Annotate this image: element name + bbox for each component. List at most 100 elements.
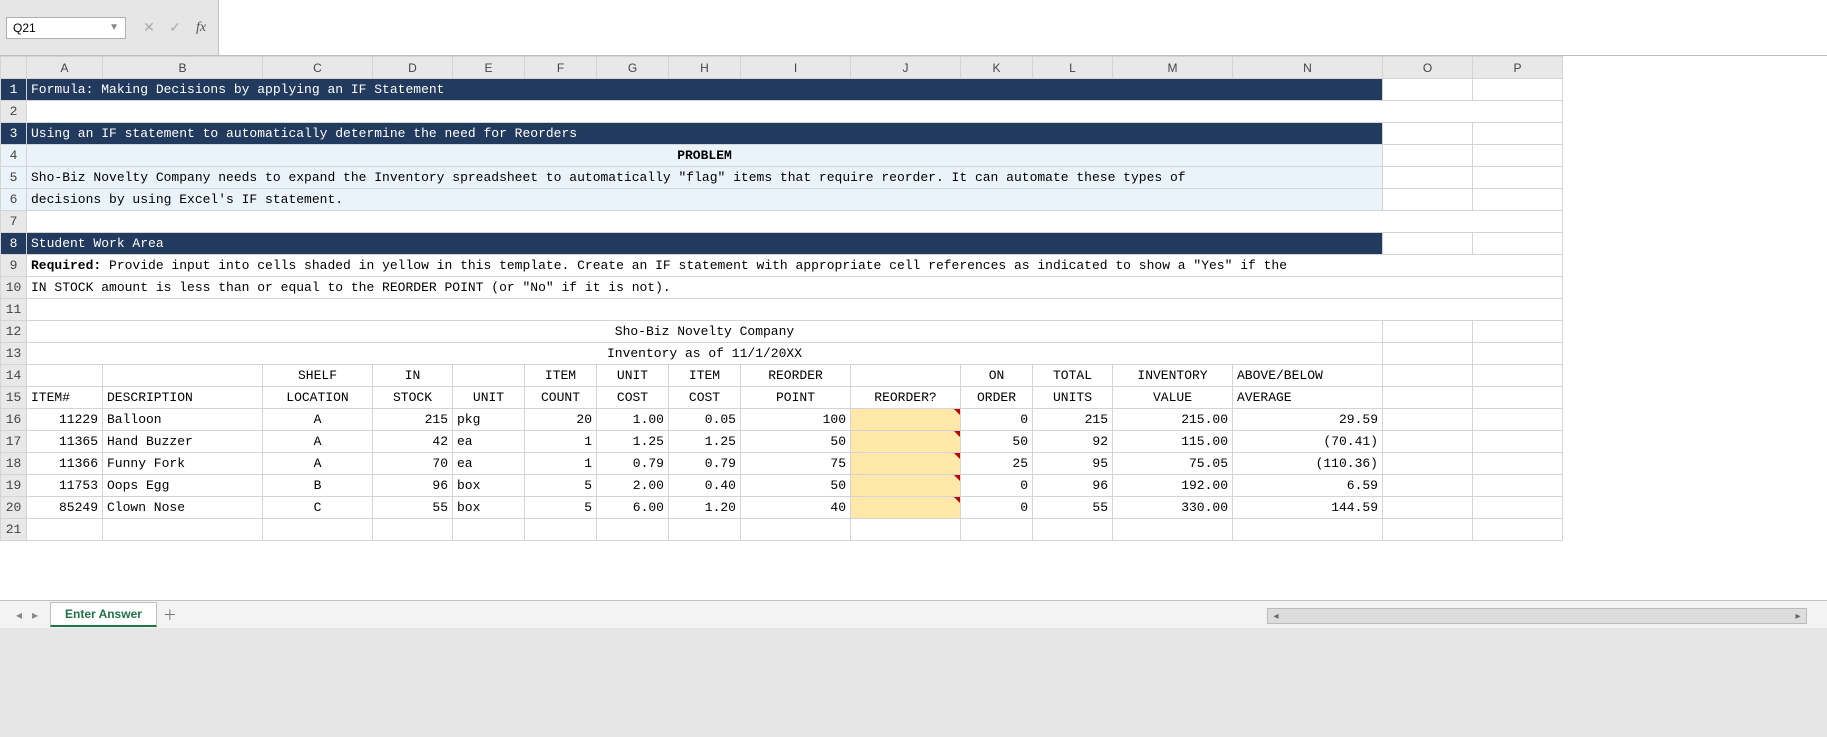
row-header[interactable]: 4 <box>1 145 27 167</box>
cell-reorder-input[interactable] <box>851 409 961 431</box>
cell-value[interactable]: 115.00 <box>1113 431 1233 453</box>
cell-icost[interactable]: 0.05 <box>669 409 741 431</box>
col-label[interactable]: ON <box>961 365 1033 387</box>
cell[interactable] <box>103 365 263 387</box>
cell-rpoint[interactable]: 50 <box>741 431 851 453</box>
cell[interactable] <box>453 365 525 387</box>
col-label[interactable]: IN <box>373 365 453 387</box>
row-header[interactable]: 8 <box>1 233 27 255</box>
cell-reorder-input[interactable] <box>851 453 961 475</box>
cell-icost[interactable]: 1.20 <box>669 497 741 519</box>
cell[interactable] <box>1383 167 1473 189</box>
cell-icost[interactable]: 1.25 <box>669 431 741 453</box>
cell[interactable] <box>961 519 1033 541</box>
cell[interactable] <box>1383 497 1473 519</box>
row-header[interactable]: 13 <box>1 343 27 365</box>
cell-desc[interactable]: Balloon <box>103 409 263 431</box>
cell-loc[interactable]: A <box>263 431 373 453</box>
cell-reorder-input[interactable] <box>851 431 961 453</box>
cell-value[interactable]: 75.05 <box>1113 453 1233 475</box>
cell-onorder[interactable]: 50 <box>961 431 1033 453</box>
cell[interactable] <box>1383 189 1473 211</box>
cell-stock[interactable]: 55 <box>373 497 453 519</box>
cell-avg[interactable]: 144.59 <box>1233 497 1383 519</box>
col-label[interactable]: ITEM <box>669 365 741 387</box>
cell-unit[interactable]: ea <box>453 431 525 453</box>
cell[interactable] <box>1383 79 1473 101</box>
col-header[interactable]: D <box>373 57 453 79</box>
work-area-banner[interactable]: Student Work Area <box>27 233 1383 255</box>
problem-text-line[interactable]: decisions by using Excel's IF statement. <box>27 189 1383 211</box>
cell-reorder-input[interactable] <box>851 475 961 497</box>
cell-rpoint[interactable]: 50 <box>741 475 851 497</box>
cell-icost[interactable]: 0.79 <box>669 453 741 475</box>
col-label[interactable]: AVERAGE <box>1233 387 1383 409</box>
col-label[interactable]: TOTAL <box>1033 365 1113 387</box>
cell-reorder-input[interactable] <box>851 497 961 519</box>
row-header[interactable]: 7 <box>1 211 27 233</box>
col-label[interactable]: LOCATION <box>263 387 373 409</box>
cell[interactable] <box>1383 145 1473 167</box>
col-label[interactable]: ORDER <box>961 387 1033 409</box>
row-header[interactable]: 16 <box>1 409 27 431</box>
cell-count[interactable]: 1 <box>525 431 597 453</box>
cell-desc[interactable]: Funny Fork <box>103 453 263 475</box>
row-header[interactable]: 2 <box>1 101 27 123</box>
cell-stock[interactable]: 42 <box>373 431 453 453</box>
col-label[interactable]: REORDER <box>741 365 851 387</box>
formula-input[interactable] <box>225 4 1821 24</box>
cell[interactable] <box>27 101 1563 123</box>
cell[interactable] <box>741 519 851 541</box>
cell[interactable] <box>1473 233 1563 255</box>
col-header[interactable]: F <box>525 57 597 79</box>
select-all-corner[interactable] <box>1 57 27 79</box>
cell-desc[interactable]: Hand Buzzer <box>103 431 263 453</box>
cell-onorder[interactable]: 0 <box>961 475 1033 497</box>
row-header[interactable]: 1 <box>1 79 27 101</box>
title-banner[interactable]: Formula: Making Decisions by applying an… <box>27 79 1383 101</box>
add-sheet-button[interactable]: ＋ <box>159 604 181 626</box>
cell[interactable] <box>1233 519 1383 541</box>
cell[interactable] <box>1473 409 1563 431</box>
col-header[interactable]: H <box>669 57 741 79</box>
enter-icon[interactable]: ✓ <box>164 17 186 39</box>
row-header[interactable]: 12 <box>1 321 27 343</box>
cell-item[interactable]: 11753 <box>27 475 103 497</box>
cell[interactable] <box>1473 387 1563 409</box>
cell-tunits[interactable]: 96 <box>1033 475 1113 497</box>
cell-rpoint[interactable]: 100 <box>741 409 851 431</box>
col-label[interactable]: DESCRIPTION <box>103 387 263 409</box>
cell[interactable] <box>597 519 669 541</box>
cell[interactable] <box>103 519 263 541</box>
col-header[interactable]: O <box>1383 57 1473 79</box>
scroll-right-icon[interactable]: ▸ <box>1790 611 1806 622</box>
horizontal-scrollbar[interactable]: ◂ ▸ <box>1267 608 1807 624</box>
cell-item[interactable]: 11229 <box>27 409 103 431</box>
col-label[interactable]: ITEM# <box>27 387 103 409</box>
col-header[interactable]: J <box>851 57 961 79</box>
cell-value[interactable]: 215.00 <box>1113 409 1233 431</box>
col-label[interactable]: SHELF <box>263 365 373 387</box>
cell[interactable] <box>263 519 373 541</box>
cell-unit[interactable]: pkg <box>453 409 525 431</box>
required-line[interactable]: IN STOCK amount is less than or equal to… <box>27 277 1563 299</box>
cell-onorder[interactable]: 25 <box>961 453 1033 475</box>
col-label[interactable]: POINT <box>741 387 851 409</box>
cell[interactable] <box>27 299 1563 321</box>
cell[interactable] <box>1473 475 1563 497</box>
cell[interactable] <box>1473 453 1563 475</box>
cell-avg[interactable]: 6.59 <box>1233 475 1383 497</box>
row-header[interactable]: 3 <box>1 123 27 145</box>
cell-onorder[interactable]: 0 <box>961 409 1033 431</box>
col-header[interactable]: M <box>1113 57 1233 79</box>
row-header[interactable]: 6 <box>1 189 27 211</box>
cell-ucost[interactable]: 0.79 <box>597 453 669 475</box>
problem-header[interactable]: PROBLEM <box>27 145 1383 167</box>
cell[interactable] <box>27 519 103 541</box>
col-label[interactable]: UNITS <box>1033 387 1113 409</box>
cell-count[interactable]: 5 <box>525 497 597 519</box>
cell[interactable] <box>1383 387 1473 409</box>
col-header[interactable]: B <box>103 57 263 79</box>
row-header[interactable]: 15 <box>1 387 27 409</box>
col-header[interactable]: K <box>961 57 1033 79</box>
